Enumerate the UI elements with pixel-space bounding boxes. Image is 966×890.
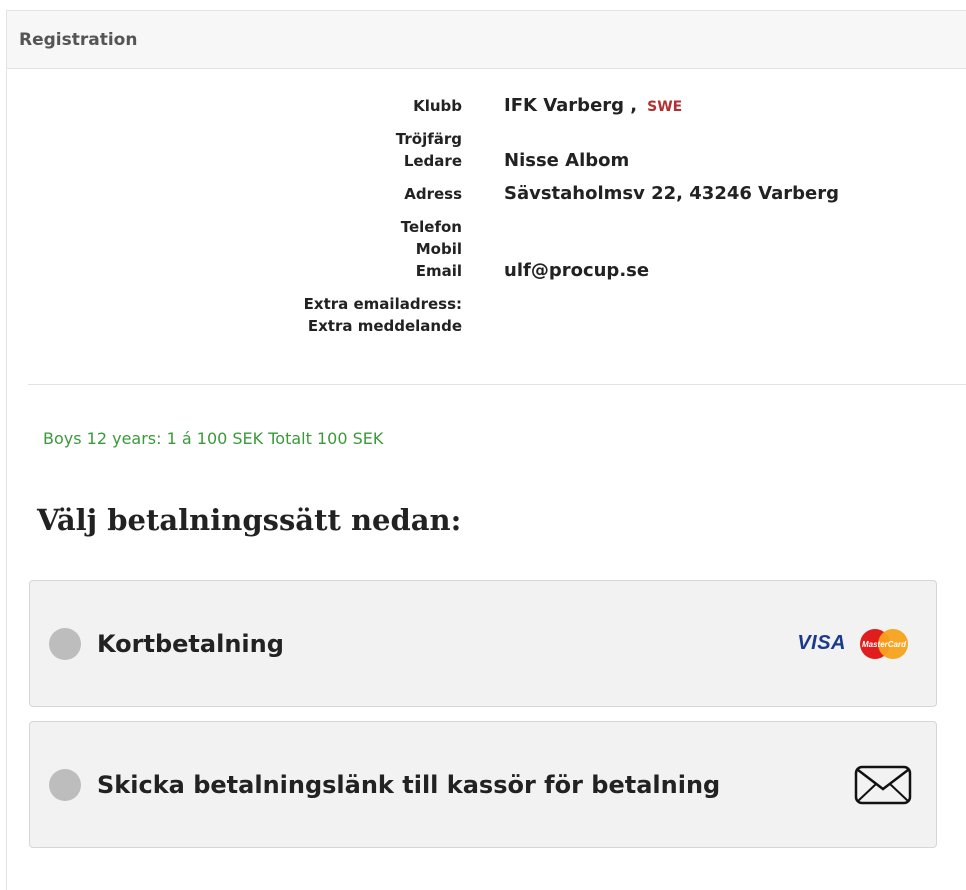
- detail-row-extra-email: Extra emailadress:: [7, 293, 966, 315]
- detail-row-mobil: Mobil: [7, 238, 966, 260]
- payment-option-link[interactable]: Skicka betalningslänk till kassör för be…: [29, 721, 937, 848]
- order-summary: Boys 12 years: 1 á 100 SEK Totalt 100 SE…: [43, 429, 384, 448]
- detail-row-ledare: Ledare Nisse Albom: [7, 150, 966, 183]
- payment-option-card[interactable]: Kortbetalning VISA MasterCard: [29, 580, 937, 707]
- card-option-label: Kortbetalning: [97, 629, 284, 658]
- registration-panel: Registration Klubb IFK Varberg , SWE Tröj…: [6, 10, 966, 890]
- detail-row-trojfarg: Tröjfärg: [7, 128, 966, 150]
- club-name: IFK Varberg ,: [504, 95, 638, 116]
- detail-value: ulf@procup.se: [504, 260, 650, 281]
- mastercard-logo-icon: MasterCard: [860, 628, 908, 659]
- detail-row-email: Email ulf@procup.se: [7, 260, 966, 293]
- link-radio[interactable]: [49, 768, 81, 801]
- detail-row-extra-message: Extra meddelande: [7, 315, 966, 337]
- panel-title: Registration: [7, 11, 966, 69]
- link-option-label: Skicka betalningslänk till kassör för be…: [97, 770, 721, 799]
- detail-label: Ledare: [403, 152, 462, 170]
- detail-label: Adress: [404, 185, 462, 203]
- detail-label: Klubb: [413, 97, 462, 115]
- detail-row-adress: Adress Sävstaholmsv 22, 43246 Varberg: [7, 183, 966, 216]
- country-code: SWE: [647, 99, 683, 115]
- detail-label: Tröjfärg: [395, 130, 462, 148]
- detail-value: IFK Varberg , SWE: [504, 95, 682, 118]
- mail-icon-wrap: [854, 765, 912, 805]
- card-radio[interactable]: [49, 627, 81, 660]
- card-logos: VISA MasterCard: [797, 627, 912, 661]
- visa-logo-icon: VISA: [797, 632, 846, 654]
- detail-value: Nisse Albom: [504, 150, 630, 171]
- detail-label: Email: [415, 262, 462, 280]
- detail-value: Sävstaholmsv 22, 43246 Varberg: [504, 183, 839, 204]
- detail-label: Extra meddelande: [307, 317, 462, 335]
- registration-details: Klubb IFK Varberg , SWE Tröjfärg Ledare N…: [7, 95, 966, 337]
- detail-label: Mobil: [415, 240, 462, 258]
- detail-row-telefon: Telefon: [7, 216, 966, 238]
- detail-row-klubb: Klubb IFK Varberg , SWE: [7, 95, 966, 128]
- mastercard-wordmark: MasterCard: [862, 640, 907, 649]
- payment-heading: Välj betalningssätt nedan:: [37, 503, 462, 537]
- detail-label: Telefon: [400, 218, 462, 236]
- envelope-icon: [854, 765, 912, 804]
- section-divider: [28, 384, 966, 385]
- detail-label: Extra emailadress:: [303, 295, 462, 313]
